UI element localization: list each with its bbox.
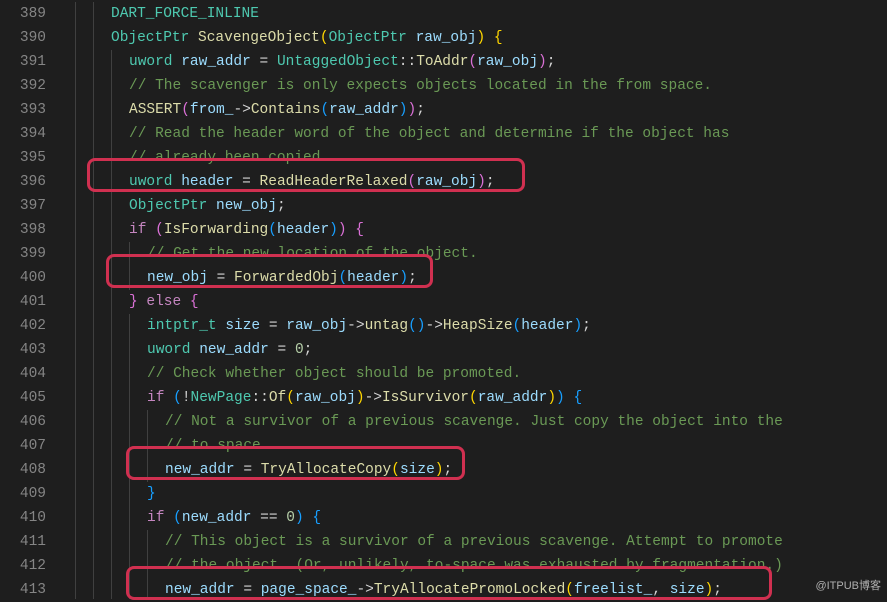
line-content: DART_FORCE_INLINE xyxy=(60,6,259,22)
line-number: 399 xyxy=(8,242,46,266)
line-content: // the object. (Or, unlikely, to-space w… xyxy=(60,558,783,574)
line-number: 394 xyxy=(8,122,46,146)
line-content: uword raw_addr = UntaggedObject::ToAddr(… xyxy=(60,54,555,70)
line-content: intptr_t size = raw_obj->untag()->HeapSi… xyxy=(60,318,591,334)
line-number: 406 xyxy=(8,410,46,434)
code-line: uword raw_addr = UntaggedObject::ToAddr(… xyxy=(60,50,887,74)
line-content: } xyxy=(60,486,156,502)
code-line: ASSERT(from_->Contains(raw_addr)); xyxy=(60,98,887,122)
line-content: // to space. xyxy=(60,438,269,454)
code-line: // The scavenger is only expects objects… xyxy=(60,74,887,98)
code-line: // Check whether object should be promot… xyxy=(60,362,887,386)
code-line: if (new_addr == 0) { xyxy=(60,506,887,530)
code-area[interactable]: DART_FORCE_INLINE ObjectPtr ScavengeObjec… xyxy=(56,0,887,599)
line-number: 412 xyxy=(8,554,46,578)
code-line: // This object is a survivor of a previo… xyxy=(60,530,887,554)
line-number: 389 xyxy=(8,2,46,26)
line-number: 393 xyxy=(8,98,46,122)
code-line: // already been copied. xyxy=(60,146,887,170)
line-number: 410 xyxy=(8,506,46,530)
line-content: ASSERT(from_->Contains(raw_addr)); xyxy=(60,102,425,118)
line-content: ObjectPtr new_obj; xyxy=(60,198,286,214)
code-line: uword new_addr = 0; xyxy=(60,338,887,362)
code-line: intptr_t size = raw_obj->untag()->HeapSi… xyxy=(60,314,887,338)
line-content: uword header = ReadHeaderRelaxed(raw_obj… xyxy=(60,174,495,190)
line-content: } else { xyxy=(60,294,199,310)
code-editor: 3893903913923933943953963973983994004014… xyxy=(0,0,887,599)
line-number: 398 xyxy=(8,218,46,242)
watermark: @ITPUB博客 xyxy=(815,577,881,595)
line-content: // Check whether object should be promot… xyxy=(60,366,521,382)
code-line: // Read the header word of the object an… xyxy=(60,122,887,146)
code-line: } xyxy=(60,482,887,506)
line-content: new_obj = ForwardedObj(header); xyxy=(60,270,417,286)
line-content: new_addr = page_space_->TryAllocatePromo… xyxy=(60,582,722,598)
line-content: new_addr = TryAllocateCopy(size); xyxy=(60,462,452,478)
line-number: 411 xyxy=(8,530,46,554)
line-content: // Not a survivor of a previous scavenge… xyxy=(60,414,783,430)
line-number: 408 xyxy=(8,458,46,482)
line-number: 407 xyxy=(8,434,46,458)
code-line: ObjectPtr new_obj; xyxy=(60,194,887,218)
line-content: if (IsForwarding(header)) { xyxy=(60,222,364,238)
line-content: uword new_addr = 0; xyxy=(60,342,312,358)
line-number: 397 xyxy=(8,194,46,218)
code-line: // the object. (Or, unlikely, to-space w… xyxy=(60,554,887,578)
line-content: if (new_addr == 0) { xyxy=(60,510,321,526)
code-line: new_addr = page_space_->TryAllocatePromo… xyxy=(60,578,887,599)
code-line: // Not a survivor of a previous scavenge… xyxy=(60,410,887,434)
line-number: 413 xyxy=(8,578,46,602)
code-line: if (IsForwarding(header)) { xyxy=(60,218,887,242)
line-number: 409 xyxy=(8,482,46,506)
line-number: 396 xyxy=(8,170,46,194)
code-line: ObjectPtr ScavengeObject(ObjectPtr raw_o… xyxy=(60,26,887,50)
line-number: 401 xyxy=(8,290,46,314)
line-number: 395 xyxy=(8,146,46,170)
line-number: 390 xyxy=(8,26,46,50)
code-line: new_obj = ForwardedObj(header); xyxy=(60,266,887,290)
line-content: ObjectPtr ScavengeObject(ObjectPtr raw_o… xyxy=(60,30,503,46)
line-content: // already been copied. xyxy=(60,150,329,166)
line-number: 404 xyxy=(8,362,46,386)
code-line: new_addr = TryAllocateCopy(size); xyxy=(60,458,887,482)
code-line: DART_FORCE_INLINE xyxy=(60,2,887,26)
line-content: // Read the header word of the object an… xyxy=(60,126,729,142)
code-line: uword header = ReadHeaderRelaxed(raw_obj… xyxy=(60,170,887,194)
line-number: 405 xyxy=(8,386,46,410)
line-content: // This object is a survivor of a previo… xyxy=(60,534,783,550)
line-content: if (!NewPage::Of(raw_obj)->IsSurvivor(ra… xyxy=(60,390,582,406)
code-line: if (!NewPage::Of(raw_obj)->IsSurvivor(ra… xyxy=(60,386,887,410)
line-number: 391 xyxy=(8,50,46,74)
code-line: } else { xyxy=(60,290,887,314)
line-content: // The scavenger is only expects objects… xyxy=(60,78,712,94)
code-line: // Get the new location of the object. xyxy=(60,242,887,266)
line-number: 400 xyxy=(8,266,46,290)
line-content: // Get the new location of the object. xyxy=(60,246,478,262)
line-gutter: 3893903913923933943953963973983994004014… xyxy=(0,0,56,599)
code-line: // to space. xyxy=(60,434,887,458)
line-number: 402 xyxy=(8,314,46,338)
line-number: 403 xyxy=(8,338,46,362)
line-number: 392 xyxy=(8,74,46,98)
